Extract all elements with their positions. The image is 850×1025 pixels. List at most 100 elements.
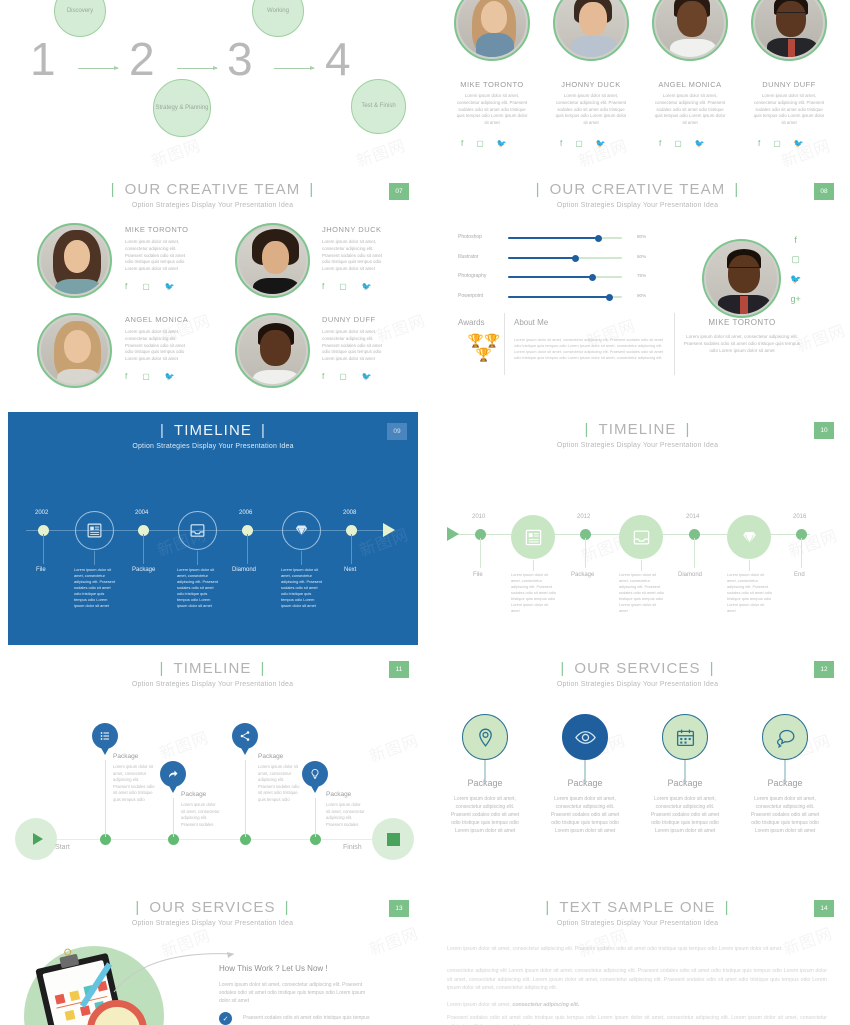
- social-links[interactable]: f ▢ 🐦: [560, 139, 606, 148]
- how-it-works-text: Lorem ipsum dolor sit amet, consectetur …: [219, 982, 366, 1004]
- timeline-node-document[interactable]: [511, 515, 555, 559]
- avatar-photo: [239, 317, 306, 384]
- service-icon-calendar[interactable]: [662, 714, 708, 760]
- slide-number-badge: 10: [814, 422, 834, 439]
- slide-process-steps: 新图网 新图网 1 2 3 4 Discovery Strategy & Pla…: [0, 0, 425, 215]
- instagram-icon[interactable]: ▢: [476, 139, 484, 148]
- twitter-icon[interactable]: 🐦: [695, 139, 705, 148]
- avatar[interactable]: [652, 0, 728, 61]
- timeline-node-inbox[interactable]: [178, 511, 217, 550]
- watermark: 新图网: [155, 724, 211, 764]
- avatar[interactable]: [37, 223, 112, 298]
- slide-number-badge: 14: [814, 900, 834, 917]
- facebook-icon[interactable]: f: [758, 139, 760, 148]
- service-icon-chat[interactable]: [762, 714, 808, 760]
- avatar[interactable]: [553, 0, 629, 61]
- facebook-icon[interactable]: f: [461, 139, 463, 148]
- service-icon-eye[interactable]: [562, 714, 608, 760]
- timeline-year: 2016: [793, 514, 807, 520]
- timeline-label: Next: [344, 567, 357, 573]
- social-links[interactable]: f ▢ 🐦: [461, 139, 507, 148]
- facebook-icon[interactable]: f: [125, 282, 127, 291]
- title-bar-right: |: [709, 660, 715, 677]
- pin-marker-reply[interactable]: [160, 761, 186, 793]
- skill-label-powerpoint: Powerpoint: [458, 293, 484, 299]
- start-label: Start: [55, 844, 70, 851]
- step-circle-discovery[interactable]: Discovery: [54, 0, 106, 37]
- avatar[interactable]: [702, 239, 781, 318]
- avatar[interactable]: [235, 223, 310, 298]
- title-bar-left: |: [159, 660, 165, 677]
- skill-label-photography: Photography: [458, 273, 487, 279]
- skill-knob[interactable]: [595, 234, 602, 242]
- title-bar-right: |: [724, 899, 730, 916]
- social-links[interactable]: f ▢ 🐦: [125, 282, 175, 291]
- social-links[interactable]: f ▢ 🐦: [659, 139, 705, 148]
- facebook-icon[interactable]: f: [794, 235, 797, 245]
- googleplus-icon[interactable]: g+: [790, 294, 800, 304]
- twitter-icon[interactable]: 🐦: [362, 282, 372, 291]
- twitter-icon[interactable]: 🐦: [497, 139, 507, 148]
- instagram-icon[interactable]: ▢: [339, 282, 347, 291]
- social-links[interactable]: f ▢ 🐦: [322, 282, 372, 291]
- timeline-label: Diamond: [232, 567, 257, 573]
- slide-our-services-icons: 新图网 新图网 |OUR SERVICES| Option Strategies…: [425, 650, 850, 888]
- timeline-node-diamond[interactable]: [282, 511, 321, 550]
- instagram-icon[interactable]: ▢: [142, 282, 150, 291]
- facebook-icon[interactable]: f: [560, 139, 562, 148]
- instagram-icon[interactable]: ▢: [575, 139, 583, 148]
- instagram-icon[interactable]: ▢: [773, 139, 781, 148]
- timeline-node-diamond[interactable]: [727, 515, 771, 559]
- facebook-icon[interactable]: f: [322, 372, 324, 381]
- slide-number-badge: 11: [389, 661, 409, 678]
- social-links-vertical[interactable]: f ▢ 🐦 g+: [790, 235, 801, 304]
- title-text: OUR SERVICES: [149, 899, 276, 916]
- instagram-icon[interactable]: ▢: [142, 372, 150, 381]
- start-button[interactable]: [15, 818, 57, 860]
- step-circle-test[interactable]: Test & Finish: [351, 79, 406, 134]
- twitter-icon[interactable]: 🐦: [794, 139, 804, 148]
- facebook-icon[interactable]: f: [125, 372, 127, 381]
- service-icon-location[interactable]: [462, 714, 508, 760]
- timeline-node-document[interactable]: [75, 511, 114, 550]
- social-links[interactable]: f ▢ 🐦: [758, 139, 804, 148]
- timeline-stem: [247, 534, 248, 564]
- timeline-node-inbox[interactable]: [619, 515, 663, 559]
- skill-knob[interactable]: [572, 254, 579, 262]
- skill-fill: [508, 296, 610, 298]
- slide-timeline-blue: 新图网 新图网 | TIMELINE | Option Strategies Dis…: [8, 412, 418, 645]
- finish-button[interactable]: [372, 818, 414, 860]
- social-links[interactable]: f ▢ 🐦: [125, 372, 175, 381]
- skill-knob[interactable]: [589, 273, 596, 281]
- twitter-icon[interactable]: 🐦: [790, 274, 801, 285]
- avatar[interactable]: [235, 313, 310, 388]
- instagram-icon[interactable]: ▢: [791, 254, 800, 265]
- facebook-icon[interactable]: f: [322, 282, 324, 291]
- instagram-icon[interactable]: ▢: [674, 139, 682, 148]
- pin-marker-list[interactable]: [92, 723, 118, 755]
- instagram-icon[interactable]: ▢: [339, 372, 347, 381]
- timeline-stem: [480, 538, 481, 568]
- social-links[interactable]: f ▢ 🐦: [322, 372, 372, 381]
- facebook-icon[interactable]: f: [659, 139, 661, 148]
- twitter-icon[interactable]: 🐦: [362, 372, 372, 381]
- member-bio: Lorem ipsum dolor sit amet, consectetur …: [125, 329, 186, 362]
- step-number-4: 4: [325, 33, 351, 85]
- page-title: | OUR CREATIVE TEAM |: [102, 181, 324, 198]
- step-circle-working[interactable]: Working: [252, 0, 304, 37]
- skill-knob[interactable]: [606, 293, 613, 301]
- twitter-icon[interactable]: 🐦: [165, 282, 175, 291]
- trophy-icon: 🏆: [484, 333, 501, 348]
- step-circle-strategy[interactable]: Strategy & Planning: [153, 79, 211, 137]
- member-name: ANGEL MONICA: [125, 315, 189, 324]
- avatar[interactable]: [454, 0, 530, 61]
- twitter-icon[interactable]: 🐦: [596, 139, 606, 148]
- pin-marker-share[interactable]: [232, 723, 258, 755]
- pin-marker-idea[interactable]: [302, 761, 328, 793]
- service-text: Lorem ipsum dolor sit amet, consectetur …: [550, 796, 620, 834]
- twitter-icon[interactable]: 🐦: [165, 372, 175, 381]
- skill-fill: [508, 276, 593, 278]
- page-title: | TIMELINE |: [151, 660, 275, 677]
- avatar[interactable]: [751, 0, 827, 61]
- avatar[interactable]: [37, 313, 112, 388]
